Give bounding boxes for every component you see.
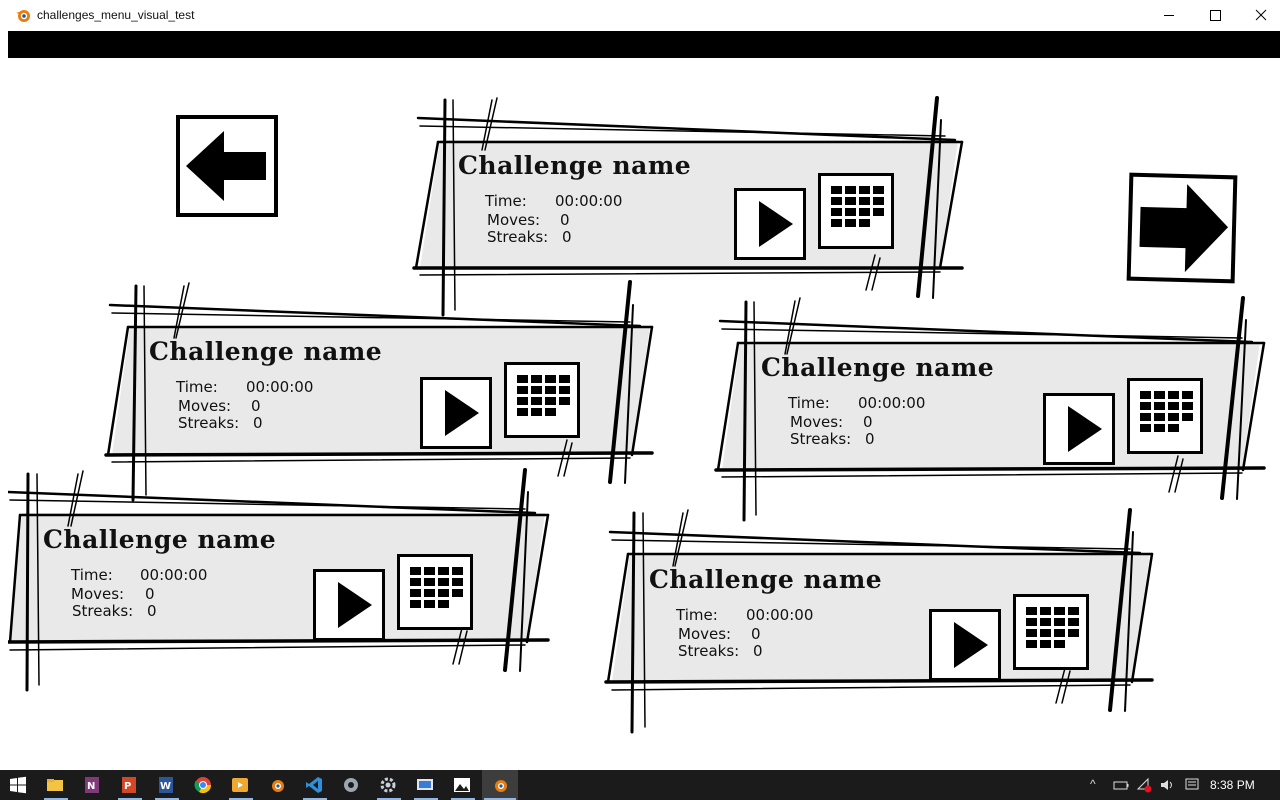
app-icon[interactable] bbox=[342, 776, 360, 794]
top-black-strip bbox=[8, 31, 1280, 58]
play-button[interactable] bbox=[1043, 393, 1115, 465]
time-label: Time: bbox=[176, 378, 218, 396]
svg-text:N: N bbox=[87, 781, 95, 792]
action-center-icon[interactable] bbox=[1184, 776, 1200, 794]
start-icon[interactable] bbox=[9, 776, 27, 794]
level-select-button[interactable] bbox=[1013, 594, 1089, 670]
photos-icon[interactable] bbox=[453, 776, 471, 794]
level-select-button[interactable] bbox=[397, 554, 473, 630]
streaks-value: 0 bbox=[753, 642, 763, 660]
moves-value: 0 bbox=[251, 397, 261, 415]
play-button[interactable] bbox=[313, 569, 385, 641]
blender-icon[interactable] bbox=[268, 776, 286, 794]
arrow-left-icon bbox=[186, 131, 266, 201]
volume-icon[interactable] bbox=[1159, 776, 1175, 794]
play-icon bbox=[954, 622, 988, 668]
streaks-value: 0 bbox=[253, 414, 263, 432]
time-value: 00:00:00 bbox=[858, 394, 926, 412]
moves-label: Moves: bbox=[790, 413, 844, 431]
moves-label: Moves: bbox=[487, 211, 541, 229]
streaks-label: Streaks: bbox=[178, 414, 240, 432]
arrow-right-icon bbox=[1139, 184, 1229, 273]
challenge-name: Challenge name bbox=[649, 565, 883, 594]
play-button[interactable] bbox=[929, 609, 1001, 681]
time-value: 00:00:00 bbox=[555, 192, 623, 210]
level-select-button[interactable] bbox=[818, 173, 894, 249]
taskbar: N P W ^ 8:38 PM bbox=[0, 770, 1280, 800]
previous-page-button[interactable] bbox=[176, 115, 278, 217]
grid-icon bbox=[1026, 607, 1079, 648]
moves-value: 0 bbox=[560, 211, 570, 229]
play-button[interactable] bbox=[420, 377, 492, 449]
challenge-name: Challenge name bbox=[43, 525, 277, 554]
time-label: Time: bbox=[676, 606, 718, 624]
file-explorer-icon[interactable] bbox=[46, 776, 64, 794]
maximize-button[interactable] bbox=[1192, 0, 1238, 31]
challenge-name: Challenge name bbox=[149, 337, 383, 366]
chrome-icon[interactable] bbox=[194, 776, 212, 794]
play-icon bbox=[759, 201, 793, 247]
play-button[interactable] bbox=[734, 188, 806, 260]
remote-desktop-icon[interactable] bbox=[416, 776, 434, 794]
next-page-button[interactable] bbox=[1126, 172, 1238, 284]
moves-label: Moves: bbox=[678, 625, 732, 643]
blender-app-icon bbox=[16, 10, 30, 22]
play-icon bbox=[445, 390, 479, 436]
word-icon[interactable]: W bbox=[157, 776, 175, 794]
streaks-value: 0 bbox=[147, 602, 157, 620]
title-bar: challenges_menu_visual_test bbox=[0, 0, 1280, 31]
grid-icon bbox=[517, 375, 570, 416]
svg-text:W: W bbox=[160, 781, 171, 792]
moves-value: 0 bbox=[751, 625, 761, 643]
challenge-name: Challenge name bbox=[458, 151, 692, 180]
time-value: 00:00:00 bbox=[246, 378, 314, 396]
time-label: Time: bbox=[485, 192, 527, 210]
svg-text:P: P bbox=[124, 781, 131, 792]
streaks-label: Streaks: bbox=[487, 228, 549, 246]
play-icon bbox=[338, 582, 372, 628]
time-value: 00:00:00 bbox=[140, 566, 208, 584]
powerpoint-icon[interactable]: P bbox=[120, 776, 138, 794]
network-disconnected-icon[interactable] bbox=[1136, 776, 1152, 794]
grid-icon bbox=[831, 186, 884, 227]
clock[interactable]: 8:38 PM bbox=[1210, 778, 1255, 792]
moves-value: 0 bbox=[145, 585, 155, 603]
streaks-value: 0 bbox=[865, 430, 875, 448]
maximize-icon bbox=[1210, 10, 1221, 21]
minimize-icon bbox=[1164, 15, 1174, 16]
close-button[interactable] bbox=[1238, 0, 1280, 31]
close-icon bbox=[1255, 9, 1267, 21]
streaks-label: Streaks: bbox=[790, 430, 852, 448]
challenges-menu-canvas: Challenge name Time: 00:00:00 Moves: 0 S… bbox=[8, 58, 1280, 770]
settings-icon[interactable] bbox=[379, 776, 397, 794]
blender-active-icon[interactable] bbox=[491, 776, 509, 794]
time-value: 00:00:00 bbox=[746, 606, 814, 624]
tray-chevron-up-icon[interactable]: ^ bbox=[1090, 777, 1096, 791]
streaks-value: 0 bbox=[562, 228, 572, 246]
moves-label: Moves: bbox=[71, 585, 125, 603]
vscode-icon[interactable] bbox=[305, 776, 323, 794]
streaks-label: Streaks: bbox=[72, 602, 134, 620]
moves-value: 0 bbox=[863, 413, 873, 431]
challenge-name: Challenge name bbox=[761, 353, 995, 382]
streaks-label: Streaks: bbox=[678, 642, 740, 660]
media-icon[interactable] bbox=[231, 776, 249, 794]
time-label: Time: bbox=[788, 394, 830, 412]
onenote-icon[interactable]: N bbox=[83, 776, 101, 794]
battery-icon[interactable] bbox=[1113, 776, 1129, 794]
play-icon bbox=[1068, 406, 1102, 452]
window-title: challenges_menu_visual_test bbox=[37, 8, 195, 22]
grid-icon bbox=[1140, 391, 1193, 432]
level-select-button[interactable] bbox=[1127, 378, 1203, 454]
level-select-button[interactable] bbox=[504, 362, 580, 438]
minimize-button[interactable] bbox=[1146, 0, 1192, 31]
grid-icon bbox=[410, 567, 463, 608]
moves-label: Moves: bbox=[178, 397, 232, 415]
time-label: Time: bbox=[71, 566, 113, 584]
